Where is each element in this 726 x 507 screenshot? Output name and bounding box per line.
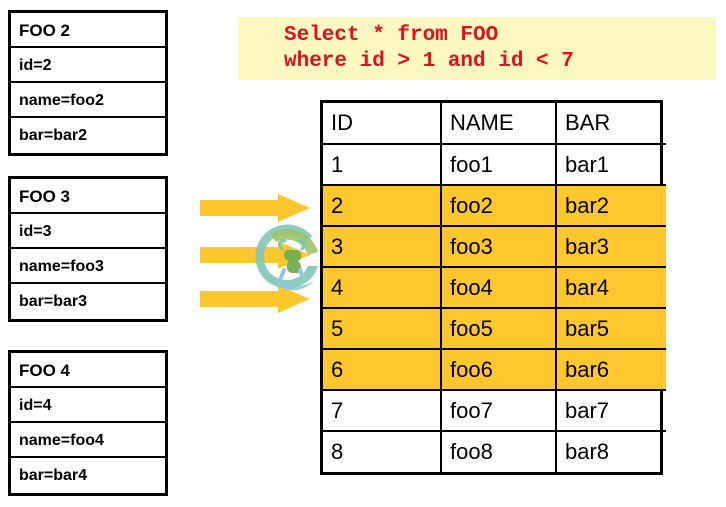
cell-bar: bar8	[555, 430, 666, 472]
cell-bar: bar2	[555, 184, 666, 227]
cell-id: 5	[323, 307, 442, 350]
object-box-name: name=foo3	[11, 249, 165, 284]
cell-bar: bar7	[555, 389, 666, 432]
table-row: 3 foo3 bar3	[323, 225, 666, 268]
object-box-bar: bar=bar3	[19, 293, 88, 310]
cell-id: 1	[323, 143, 442, 186]
object-box-name: name=foo4	[11, 423, 165, 458]
table-row: 5 foo5 bar5	[323, 307, 666, 350]
object-box-bar: bar=bar4	[19, 467, 88, 484]
table-row: 1 foo1 bar1	[323, 143, 666, 186]
cell-name: foo4	[440, 266, 557, 309]
sql-line-2: where id > 1 and id < 7	[284, 50, 574, 73]
table-row: 2 foo2 bar2	[323, 184, 666, 227]
object-box-foo2: FOO 2 id=2 name=foo2 bar=bar2	[8, 10, 168, 156]
column-header-bar: BAR	[555, 103, 666, 145]
column-header-name: NAME	[440, 103, 557, 145]
foo-table: ID NAME BAR 1 foo1 bar1 2 foo2 bar2 3 fo…	[323, 103, 666, 472]
cell-id: 7	[323, 389, 442, 432]
cell-id: 2	[323, 184, 442, 227]
cell-name: foo6	[440, 348, 557, 391]
cell-name: foo7	[440, 389, 557, 432]
sql-query-box: Select * from FOO where id > 1 and id < …	[238, 17, 716, 80]
cell-bar: bar6	[555, 348, 666, 391]
object-box-title: FOO 3	[11, 179, 165, 214]
right-arrow-icon	[200, 285, 310, 313]
table-row: 7 foo7 bar7	[323, 389, 666, 432]
table-row: 6 foo6 bar6	[323, 348, 666, 391]
cell-id: 4	[323, 266, 442, 309]
cell-name: foo1	[440, 143, 557, 186]
cell-name: foo5	[440, 307, 557, 350]
table-header-row: ID NAME BAR	[323, 103, 666, 145]
cell-id: 8	[323, 430, 442, 472]
cell-name: foo2	[440, 184, 557, 227]
object-box-id: id=3	[11, 214, 165, 249]
column-header-id: ID	[323, 103, 442, 145]
cell-bar: bar3	[555, 225, 666, 268]
object-box-title: FOO 4	[11, 353, 165, 388]
object-box-foo3: FOO 3 id=3 name=foo3 bar=bar3	[8, 176, 168, 322]
cell-name: foo8	[440, 430, 557, 472]
right-arrow-icon	[200, 194, 310, 222]
cell-name: foo3	[440, 225, 557, 268]
right-arrow-icon	[200, 241, 310, 269]
object-box-id: id=4	[11, 388, 165, 423]
cell-id: 3	[323, 225, 442, 268]
result-table: ID NAME BAR 1 foo1 bar1 2 foo2 bar2 3 fo…	[320, 100, 666, 475]
table-row: 4 foo4 bar4	[323, 266, 666, 309]
cell-bar: bar5	[555, 307, 666, 350]
object-box-foo4: FOO 4 id=4 name=foo4 bar=bar4	[8, 350, 168, 496]
cell-id: 6	[323, 348, 442, 391]
object-box-bar: bar=bar2	[19, 127, 88, 144]
cell-bar: bar1	[555, 143, 666, 186]
cell-bar: bar4	[555, 266, 666, 309]
object-box-id: id=2	[11, 48, 165, 83]
table-row: 8 foo8 bar8	[323, 430, 666, 472]
object-box-name: name=foo2	[11, 83, 165, 118]
sql-line-1: Select * from FOO	[284, 24, 499, 47]
object-box-title: FOO 2	[11, 13, 165, 48]
